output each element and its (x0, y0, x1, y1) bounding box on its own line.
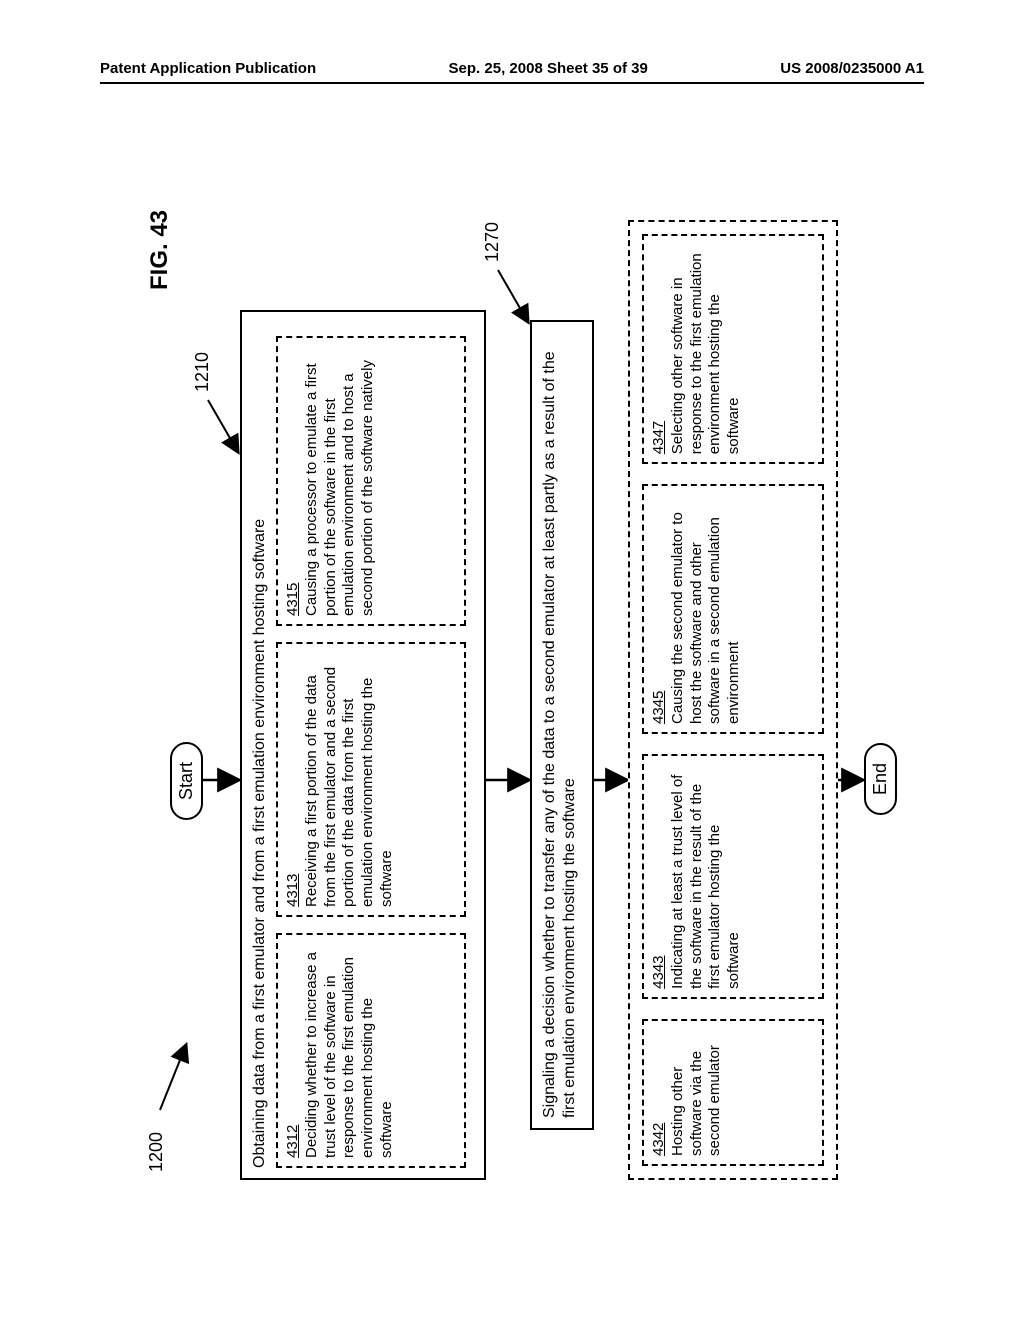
figure-label: FIG. 43 (146, 210, 174, 290)
substep-4343-text: Indicating at least a trust level of the… (669, 764, 744, 989)
ref-4347: 4347 (650, 421, 667, 454)
ref-1210: 1210 (192, 352, 213, 392)
substep-4347: 4347 Selecting other software in respons… (642, 234, 824, 464)
substep-4343: 4343 Indicating at least a trust level o… (642, 754, 824, 999)
substep-4345: 4345 Causing the second emulator to host… (642, 484, 824, 734)
step-1210-title: Obtaining data from a first emulator and… (250, 322, 270, 1168)
ref-4343: 4343 (650, 956, 667, 989)
page: Patent Application Publication Sep. 25, … (0, 0, 1024, 1320)
header-rule (100, 82, 924, 84)
substep-4342: 4342 Hosting other software via the seco… (642, 1019, 824, 1166)
ref-4315: 4315 (284, 583, 301, 616)
step-1270-subgroup: 4342 Hosting other software via the seco… (628, 220, 838, 1180)
figure-43: 1200 FIG. 43 Start 1210 Obtaining data f… (130, 150, 900, 1250)
start-terminator: Start (170, 742, 203, 820)
header-center: Sep. 25, 2008 Sheet 35 of 39 (449, 60, 648, 77)
figure-area: 1200 FIG. 43 Start 1210 Obtaining data f… (130, 150, 900, 1250)
ref-4342: 4342 (650, 1123, 667, 1156)
substep-4313-text: Receiving a first portion of the data fr… (303, 652, 397, 907)
substep-4347-text: Selecting other software in response to … (669, 244, 744, 454)
header-left: Patent Application Publication (100, 60, 316, 77)
ref-4345: 4345 (650, 691, 667, 724)
page-header: Patent Application Publication Sep. 25, … (100, 60, 924, 77)
substep-4345-text: Causing the second emulator to host the … (669, 494, 744, 724)
substep-4315-text: Causing a processor to emulate a first p… (303, 346, 378, 616)
end-terminator: End (864, 743, 897, 815)
step-1270-title: Signaling a decision whether to transfer… (540, 332, 580, 1118)
ref-4313: 4313 (284, 874, 301, 907)
substep-4312-text: Deciding whether to increase a trust lev… (303, 943, 397, 1158)
step-1270: Signaling a decision whether to transfer… (530, 320, 594, 1130)
ref-1200: 1200 (146, 1132, 167, 1172)
header-right: US 2008/0235000 A1 (780, 60, 924, 77)
ref-4312: 4312 (284, 1125, 301, 1158)
substep-4312: 4312 Deciding whether to increase a trus… (276, 933, 466, 1168)
ref-1270: 1270 (482, 222, 503, 262)
step-1210: Obtaining data from a first emulator and… (240, 310, 486, 1180)
substep-4313: 4313 Receiving a first portion of the da… (276, 642, 466, 917)
substep-4342-text: Hosting other software via the second em… (669, 1029, 725, 1156)
substep-4315: 4315 Causing a processor to emulate a fi… (276, 336, 466, 626)
